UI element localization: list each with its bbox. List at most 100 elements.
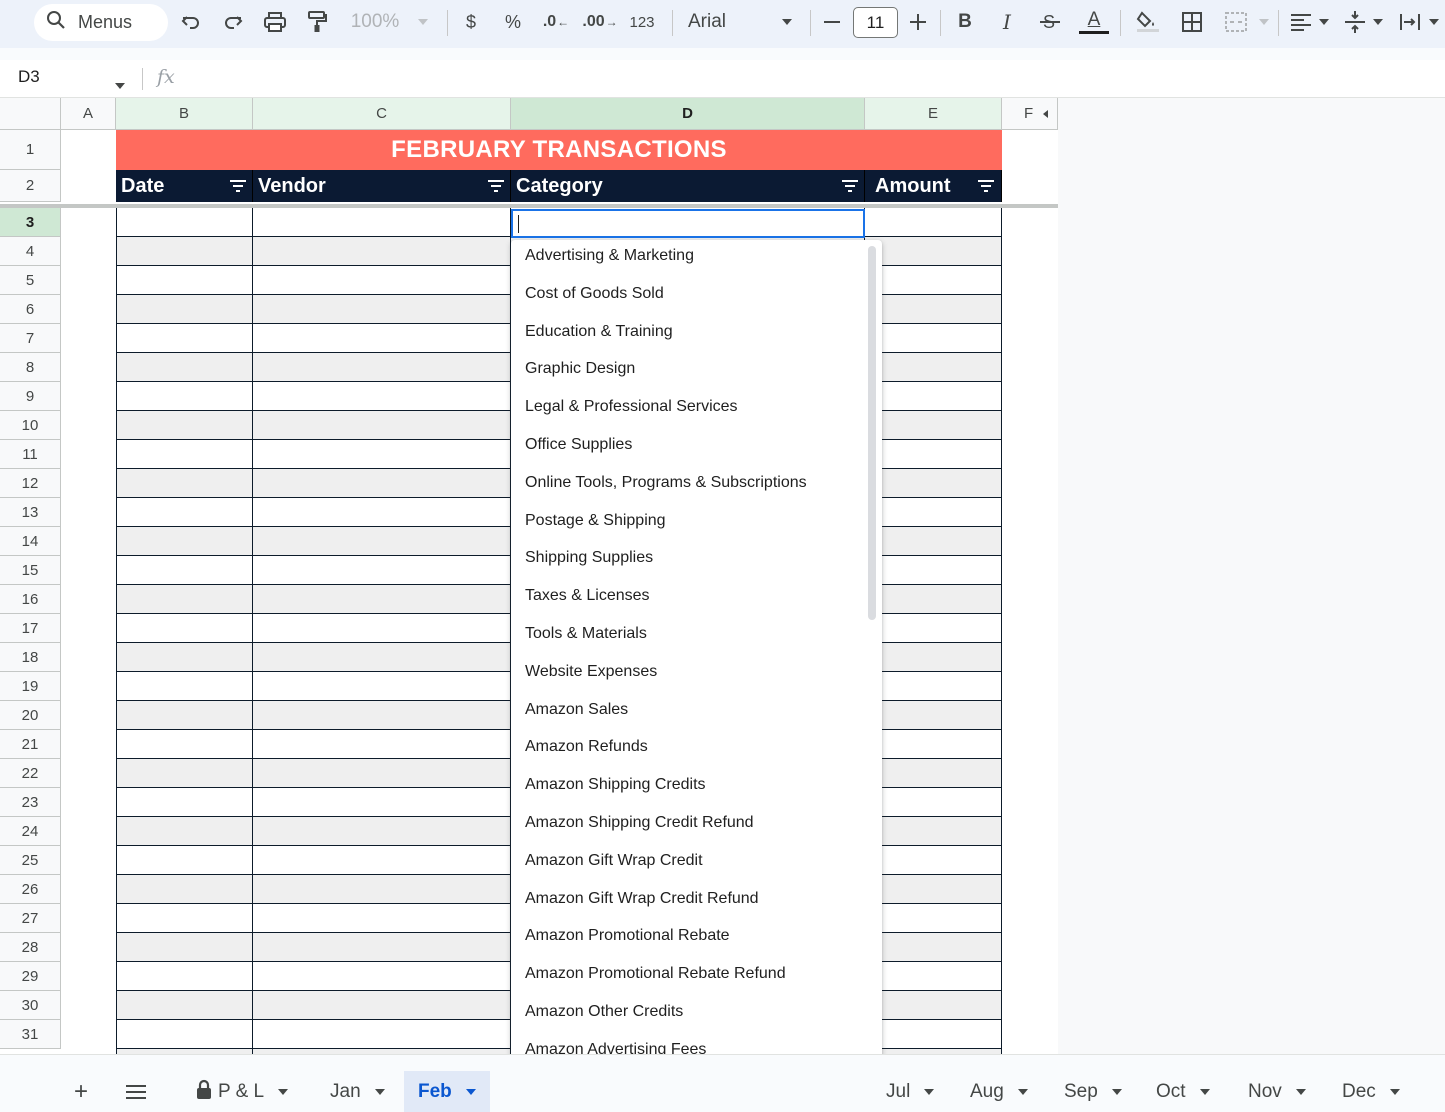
dropdown-option[interactable]: Amazon Refunds — [525, 728, 648, 766]
chevron-down-icon[interactable] — [924, 1089, 935, 1095]
table-cell[interactable] — [865, 585, 1002, 614]
table-cell[interactable] — [253, 266, 511, 295]
row-header-7[interactable]: 7 — [0, 324, 61, 353]
table-cell[interactable] — [253, 1020, 511, 1049]
row-header-30[interactable]: 30 — [0, 991, 61, 1020]
collapse-left-icon[interactable] — [1043, 109, 1049, 118]
table-cell[interactable] — [865, 440, 1002, 469]
table-cell[interactable] — [865, 875, 1002, 904]
table-cell[interactable] — [865, 991, 1002, 1020]
column-header-d[interactable]: D — [511, 98, 865, 130]
column-header-c[interactable]: C — [253, 98, 511, 130]
table-cell[interactable] — [865, 1020, 1002, 1049]
row-header-4[interactable]: 4 — [0, 237, 61, 266]
redo-icon[interactable] — [218, 0, 248, 44]
table-cell[interactable] — [865, 614, 1002, 643]
header-date[interactable]: Date — [116, 170, 253, 202]
table-cell[interactable] — [865, 469, 1002, 498]
dropdown-option[interactable]: Office Supplies — [525, 426, 632, 464]
filter-icon[interactable] — [842, 179, 858, 193]
table-cell[interactable] — [116, 411, 253, 440]
table-cell[interactable] — [865, 672, 1002, 701]
table-cell[interactable] — [116, 498, 253, 527]
table-cell[interactable] — [865, 324, 1002, 353]
row-header-2[interactable]: 2 — [0, 170, 61, 202]
font-family-select[interactable]: Arial — [688, 0, 800, 44]
row-header-9[interactable]: 9 — [0, 382, 61, 411]
active-cell-d3[interactable] — [511, 209, 865, 238]
select-all-corner[interactable] — [0, 98, 61, 130]
sheet-tab-jan[interactable]: Jan — [316, 1071, 399, 1112]
formula-input[interactable] — [190, 60, 1440, 97]
table-cell[interactable] — [865, 353, 1002, 382]
row-header-20[interactable]: 20 — [0, 701, 61, 730]
table-cell[interactable] — [865, 237, 1002, 266]
table-cell[interactable] — [116, 1020, 253, 1049]
table-cell[interactable] — [253, 904, 511, 933]
increase-decimal-button[interactable]: .00 → — [582, 0, 618, 44]
table-cell[interactable] — [253, 846, 511, 875]
table-cell[interactable] — [253, 788, 511, 817]
dropdown-option[interactable]: Advertising & Marketing — [525, 240, 694, 275]
print-icon[interactable] — [260, 0, 290, 44]
table-cell[interactable] — [865, 643, 1002, 672]
dropdown-option[interactable]: Taxes & Licenses — [525, 577, 650, 615]
table-cell[interactable] — [116, 962, 253, 991]
filter-icon[interactable] — [230, 179, 246, 193]
row-header-21[interactable]: 21 — [0, 730, 61, 759]
table-cell[interactable] — [116, 904, 253, 933]
table-cell[interactable] — [253, 643, 511, 672]
column-header-e[interactable]: E — [865, 98, 1002, 130]
table-cell[interactable] — [116, 701, 253, 730]
sheet-tab-aug[interactable]: Aug — [956, 1071, 1042, 1112]
chevron-down-icon[interactable] — [1111, 1089, 1122, 1095]
merge-cells-icon[interactable] — [1222, 0, 1250, 44]
dropdown-option[interactable]: Cost of Goods Sold — [525, 275, 664, 313]
row-header-8[interactable]: 8 — [0, 353, 61, 382]
table-cell[interactable] — [116, 469, 253, 498]
header-vendor[interactable]: Vendor — [253, 170, 511, 202]
zoom-dropdown-icon[interactable] — [414, 0, 432, 44]
row-header-24[interactable]: 24 — [0, 817, 61, 846]
table-cell[interactable] — [253, 875, 511, 904]
currency-format-button[interactable]: $ — [458, 0, 484, 44]
font-size-input[interactable]: 11 — [853, 7, 898, 38]
row-header-27[interactable]: 27 — [0, 904, 61, 933]
column-header-a[interactable]: A — [61, 98, 116, 130]
table-cell[interactable] — [116, 991, 253, 1020]
table-cell[interactable] — [116, 614, 253, 643]
row-header-29[interactable]: 29 — [0, 962, 61, 991]
filter-icon[interactable] — [488, 179, 504, 193]
name-box[interactable]: D3 — [18, 67, 40, 87]
table-cell[interactable] — [865, 527, 1002, 556]
table-cell[interactable] — [253, 759, 511, 788]
table-cell[interactable] — [865, 904, 1002, 933]
row-header-17[interactable]: 17 — [0, 614, 61, 643]
table-cell[interactable] — [116, 933, 253, 962]
row-header-11[interactable]: 11 — [0, 440, 61, 469]
fill-color-icon[interactable] — [1132, 0, 1164, 44]
table-cell[interactable] — [116, 643, 253, 672]
dropdown-option[interactable]: Postage & Shipping — [525, 502, 666, 540]
table-cell[interactable] — [865, 266, 1002, 295]
decrease-font-size-button[interactable] — [820, 0, 844, 44]
table-cell[interactable] — [865, 382, 1002, 411]
table-cell[interactable] — [865, 788, 1002, 817]
dropdown-option[interactable]: Amazon Gift Wrap Credit — [525, 842, 703, 880]
italic-button[interactable]: I — [994, 0, 1020, 44]
table-cell[interactable] — [116, 585, 253, 614]
table-cell[interactable] — [865, 962, 1002, 991]
sheet-tab-p-l[interactable]: P & L — [182, 1071, 302, 1112]
chevron-down-icon[interactable] — [1389, 1089, 1400, 1095]
table-cell[interactable] — [253, 324, 511, 353]
row-header-12[interactable]: 12 — [0, 469, 61, 498]
table-cell[interactable] — [116, 759, 253, 788]
dropdown-option[interactable]: Shipping Supplies — [525, 539, 653, 577]
table-cell[interactable] — [253, 585, 511, 614]
name-box-dropdown-icon[interactable] — [115, 76, 125, 94]
sheet-tab-jul[interactable]: Jul — [872, 1071, 948, 1112]
all-sheets-button[interactable] — [112, 1071, 160, 1112]
row-header-15[interactable]: 15 — [0, 556, 61, 585]
table-cell[interactable] — [865, 498, 1002, 527]
number-format-button[interactable]: 123 — [626, 0, 658, 44]
